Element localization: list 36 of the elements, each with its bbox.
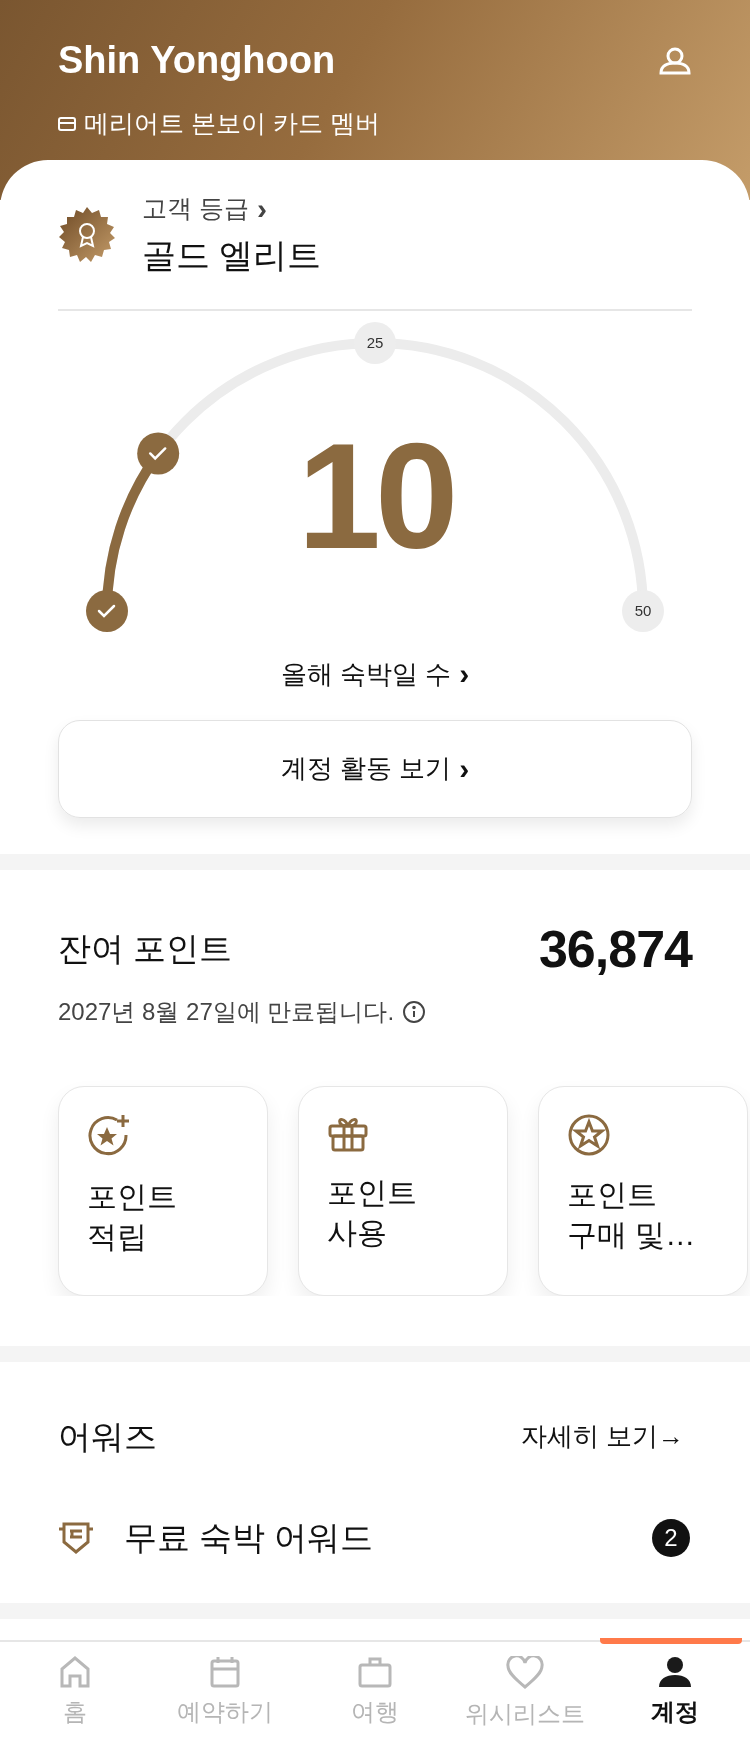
member-name: Shin Yonghoon bbox=[58, 38, 336, 83]
milestone-marker: 25 bbox=[354, 321, 396, 364]
profile-icon[interactable] bbox=[658, 45, 692, 76]
briefcase-icon bbox=[358, 1656, 392, 1688]
person-icon bbox=[658, 1656, 692, 1688]
points-title: 잔여 포인트 bbox=[58, 928, 233, 969]
medal-icon bbox=[58, 206, 116, 265]
expiry-note: 2027년 8월 27일에 만료됩니다. bbox=[58, 996, 395, 1027]
details-link[interactable]: 자세히 보기→ bbox=[520, 1416, 684, 1456]
count-badge: 2 bbox=[652, 1518, 690, 1557]
action-label: 포인트 bbox=[87, 1178, 177, 1215]
home-icon bbox=[60, 1656, 90, 1688]
action-label: 사용 bbox=[327, 1214, 387, 1251]
action-label: 포인트 bbox=[567, 1176, 657, 1213]
info-icon[interactable] bbox=[402, 999, 427, 1024]
account-activity-button[interactable]: 계정 활동 보기 › bbox=[58, 719, 692, 818]
points-balance: 36,874 bbox=[538, 918, 692, 980]
membership-label: 메리어트 본보이 카드 멤버 bbox=[84, 108, 380, 139]
action-label: 포인트 bbox=[327, 1174, 417, 1211]
ribbon-badge-icon bbox=[58, 1520, 94, 1555]
action-label: 적립 bbox=[87, 1218, 147, 1255]
tier-link[interactable]: 고객 등급 › bbox=[142, 190, 322, 228]
calendar-icon bbox=[210, 1656, 240, 1688]
star-circle-icon bbox=[567, 1112, 611, 1157]
awards-title: 어워즈 bbox=[58, 1416, 157, 1457]
points-action-card[interactable]: 포인트 적립 bbox=[58, 1085, 268, 1296]
nights-link[interactable]: 올해 숙박일 수 › bbox=[280, 654, 470, 694]
points-action-card[interactable]: 포인트 사용 bbox=[298, 1085, 508, 1296]
milestone-marker: 50 bbox=[622, 589, 664, 632]
heart-icon bbox=[506, 1656, 544, 1690]
award-label[interactable]: 무료 숙박 어워드 bbox=[124, 1513, 652, 1563]
tier-name: 골드 엘리트 bbox=[142, 234, 322, 276]
points-action-card[interactable]: 포인트 구매 및… bbox=[538, 1085, 748, 1296]
card-icon bbox=[58, 116, 76, 131]
nights-count: 10 bbox=[296, 420, 454, 571]
action-label: 구매 및… bbox=[567, 1216, 696, 1253]
